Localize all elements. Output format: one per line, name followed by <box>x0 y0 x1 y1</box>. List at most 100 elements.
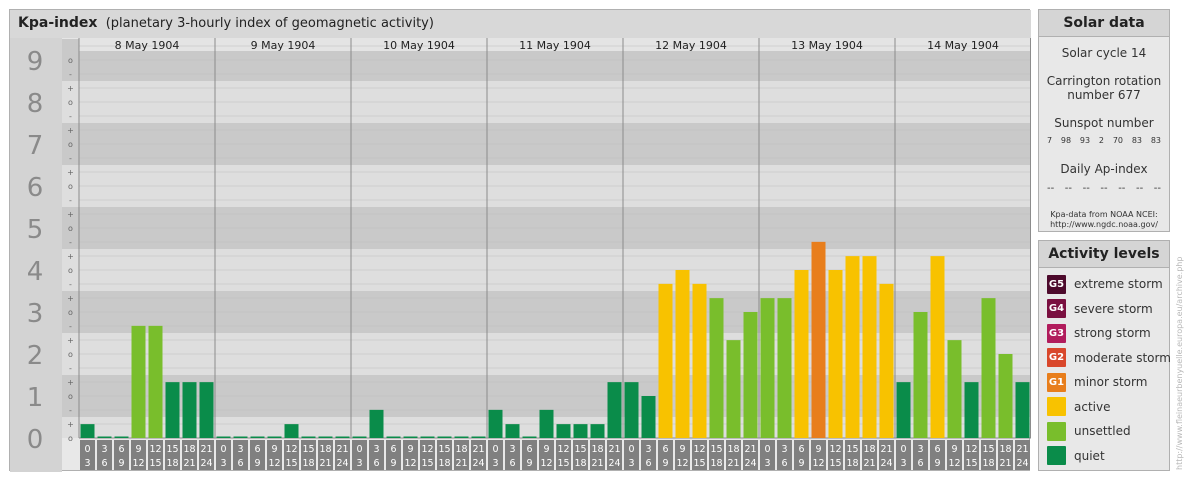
hour-end-label: 9 <box>254 458 260 469</box>
ap-value: -- <box>1100 183 1108 194</box>
hour-end-label: 15 <box>693 458 705 469</box>
kp-bar <box>80 424 95 438</box>
y-subtick-label: o <box>68 350 73 359</box>
hour-end-label: 9 <box>526 458 532 469</box>
hour-start-label: 15 <box>846 444 858 455</box>
legend-label: severe storm <box>1074 301 1153 316</box>
kp-bar <box>981 298 996 438</box>
hour-end-label: 6 <box>917 458 923 469</box>
hour-start-label: 9 <box>951 444 957 455</box>
hour-end-label: 15 <box>557 458 569 469</box>
hour-end-label: 12 <box>132 458 144 469</box>
hour-end-label: 15 <box>285 458 297 469</box>
hour-start-label: 3 <box>917 444 923 455</box>
y-tick-label: 7 <box>27 131 44 161</box>
kp-bar <box>97 436 112 438</box>
hour-end-label: 3 <box>84 458 90 469</box>
kp-bar <box>760 298 775 438</box>
hour-start-label: 18 <box>863 444 875 455</box>
hour-end-label: 24 <box>880 458 892 469</box>
hour-start-label: 21 <box>1016 444 1028 455</box>
sunspot-value: 7 <box>1047 136 1053 145</box>
hour-start-label: 9 <box>135 444 141 455</box>
kp-bar <box>199 382 214 438</box>
legend-item: quiet <box>1047 446 1105 466</box>
hour-start-label: 15 <box>982 444 994 455</box>
legend-item: G2 moderate storm <box>1047 348 1171 368</box>
hour-start-label: 21 <box>200 444 212 455</box>
y-subtick-label: + <box>67 378 74 387</box>
y-tick-label: 3 <box>27 299 44 329</box>
kp-bar <box>182 382 197 438</box>
y-subtick-label: - <box>69 112 72 121</box>
hour-start-label: 21 <box>336 444 348 455</box>
legend-item: unsettled <box>1047 421 1131 441</box>
legend-swatch: G2 <box>1047 348 1066 367</box>
y-subtick-label: o <box>68 266 73 275</box>
hour-start-label: 18 <box>591 444 603 455</box>
kp-bar <box>131 325 146 438</box>
y-subtick-label: - <box>69 280 72 289</box>
ap-value: -- <box>1047 183 1055 194</box>
data-source-link[interactable]: http://www.ngdc.noaa.gov/ <box>1039 220 1169 230</box>
y-subtick-label: - <box>69 364 72 373</box>
kp-bar <box>913 312 928 438</box>
day-label: 10 May 1904 <box>383 39 455 52</box>
hour-start-label: 15 <box>574 444 586 455</box>
kp-bar <box>148 325 163 438</box>
hour-end-label: 12 <box>404 458 416 469</box>
y-subtick-label: o <box>68 56 73 65</box>
y-tick-label: 8 <box>27 89 44 119</box>
carrington-line-1: Carrington rotation <box>1046 74 1162 88</box>
y-subtick-label: + <box>67 420 74 429</box>
activity-levels-title: Activity levels <box>1039 241 1169 268</box>
chart-title: Kpa-index (planetary 3-hourly index of g… <box>18 15 434 31</box>
hour-end-label: 9 <box>390 458 396 469</box>
kp-bar <box>811 241 826 438</box>
hour-end-label: 15 <box>965 458 977 469</box>
y-subtick-label: o <box>68 224 73 233</box>
hour-end-label: 21 <box>999 458 1011 469</box>
y-subtick-label: + <box>67 84 74 93</box>
hour-end-label: 24 <box>608 458 620 469</box>
day-label: 14 May 1904 <box>927 39 999 52</box>
y-subtick-label: + <box>67 336 74 345</box>
y-subtick-label: o <box>68 140 73 149</box>
kp-bar <box>726 340 741 438</box>
kp-bar <box>437 436 452 438</box>
hour-start-label: 12 <box>285 444 297 455</box>
kp-bar <box>692 283 707 438</box>
kp-bar <box>556 424 571 438</box>
hour-start-label: 9 <box>543 444 549 455</box>
hour-start-label: 12 <box>421 444 433 455</box>
hour-start-label: 6 <box>662 444 668 455</box>
legend-label: moderate storm <box>1074 350 1171 365</box>
y-tick-label: 1 <box>27 383 44 413</box>
hour-start-label: 15 <box>166 444 178 455</box>
y-tick-label: 6 <box>27 173 44 203</box>
hour-start-label: 9 <box>679 444 685 455</box>
hour-end-label: 21 <box>183 458 195 469</box>
legend-label: unsettled <box>1074 424 1131 438</box>
kpa-chart-panel: 0 1 2 3 4 5 6 7 8 9 o + - o + - o + - o + - o + - o + - o + - o + - o + - o 8 … <box>9 9 1031 472</box>
hour-end-label: 6 <box>237 458 243 469</box>
y-subtick-label: - <box>69 196 72 205</box>
kpa-chart: 0123456789o+-o+-o+-o+-o+-o+-o+-o+-o+-o8 … <box>10 10 1031 472</box>
legend-swatch: G4 <box>1047 299 1066 318</box>
hour-start-label: 6 <box>254 444 260 455</box>
hour-start-label: 3 <box>509 444 515 455</box>
hour-end-label: 21 <box>727 458 739 469</box>
hour-end-label: 18 <box>710 458 722 469</box>
hour-start-label: 0 <box>900 444 906 455</box>
hour-end-label: 12 <box>540 458 552 469</box>
y-subtick-label: o <box>68 182 73 191</box>
kp-bar <box>573 424 588 438</box>
hour-end-label: 21 <box>455 458 467 469</box>
hour-end-label: 9 <box>798 458 804 469</box>
hour-start-label: 6 <box>526 444 532 455</box>
y-subtick-label: - <box>69 154 72 163</box>
kp-bar <box>947 340 962 438</box>
y-tick-label: 4 <box>27 257 44 287</box>
legend-item: G3 strong storm <box>1047 323 1151 343</box>
hour-start-label: 3 <box>781 444 787 455</box>
